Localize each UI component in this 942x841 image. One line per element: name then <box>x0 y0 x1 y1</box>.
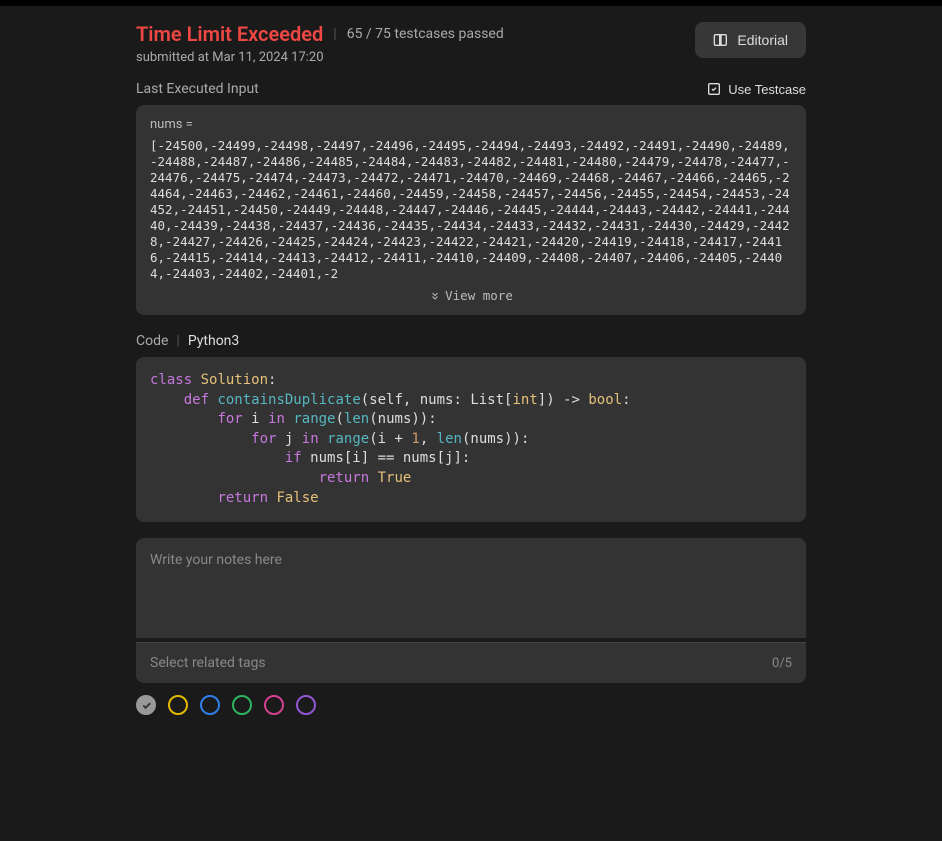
view-more-button[interactable]: View more <box>150 288 792 303</box>
code-panel: class Solution: def containsDuplicate(se… <box>136 357 806 522</box>
nums-value: [-24500,-24499,-24498,-24497,-24496,-244… <box>150 138 792 282</box>
color-picker <box>136 695 806 715</box>
code-label: Code <box>136 333 168 349</box>
notes-textarea[interactable] <box>136 538 806 638</box>
testcase-icon <box>706 81 722 97</box>
color-pink[interactable] <box>264 695 284 715</box>
editorial-label: Editorial <box>737 32 788 48</box>
chevron-double-down-icon <box>429 290 441 302</box>
check-icon <box>141 700 152 711</box>
color-gray-check[interactable] <box>136 695 156 715</box>
testcase-count: 65 / 75 testcases passed <box>347 26 504 42</box>
editorial-button[interactable]: Editorial <box>695 22 806 58</box>
book-icon <box>713 32 729 48</box>
submitted-time: submitted at Mar 11, 2024 17:20 <box>136 50 695 65</box>
use-testcase-label: Use Testcase <box>728 82 806 97</box>
language-label: Python3 <box>188 333 239 349</box>
submission-header: Time Limit Exceeded | 65 / 75 testcases … <box>136 22 806 65</box>
status-text: Time Limit Exceeded <box>136 22 323 46</box>
use-testcase-button[interactable]: Use Testcase <box>706 81 806 97</box>
color-purple[interactable] <box>296 695 316 715</box>
tags-row[interactable]: Select related tags 0/5 <box>136 642 806 683</box>
divider: | <box>333 26 336 42</box>
last-executed-label: Last Executed Input <box>136 81 259 97</box>
tags-label: Select related tags <box>150 655 266 671</box>
divider: | <box>176 333 179 349</box>
input-panel: nums = [-24500,-24499,-24498,-24497,-244… <box>136 105 806 315</box>
code-block: class Solution: def containsDuplicate(se… <box>150 371 792 508</box>
color-blue[interactable] <box>200 695 220 715</box>
color-yellow[interactable] <box>168 695 188 715</box>
color-green[interactable] <box>232 695 252 715</box>
view-more-label: View more <box>445 288 513 303</box>
tags-count: 0/5 <box>772 656 792 671</box>
nums-label: nums = <box>150 117 792 132</box>
